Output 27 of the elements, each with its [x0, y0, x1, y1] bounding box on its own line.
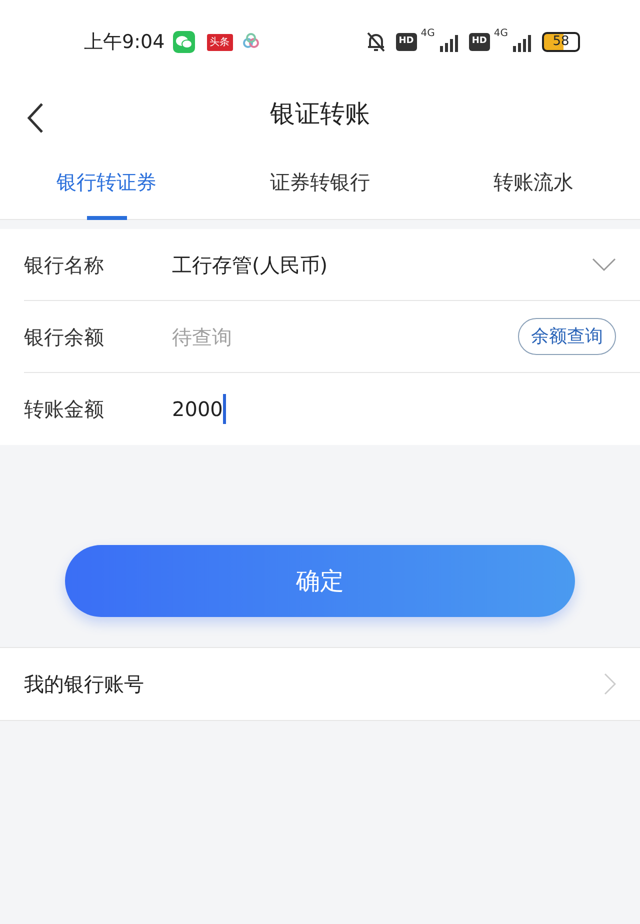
- signal-icon: [512, 32, 534, 52]
- app-badge: 头条: [206, 34, 233, 50]
- text-cursor: [222, 394, 226, 424]
- field-label: 银行余额: [24, 324, 105, 350]
- chevron-right-icon: [604, 673, 616, 695]
- list-item[interactable]: 我的银行账号: [0, 647, 640, 721]
- network-label: 4G: [420, 27, 435, 41]
- field-label: 银行名称: [24, 252, 105, 278]
- select-value[interactable]: 工行存管(人民币): [172, 250, 328, 280]
- clock: 上午9:04: [84, 30, 165, 55]
- page-title: 银证转账: [270, 98, 370, 130]
- signal-icon: [438, 32, 461, 52]
- list-item-label: 我的银行账号: [24, 671, 144, 698]
- amount-field[interactable]: 2000: [172, 394, 226, 424]
- tab[interactable]: 转账流水: [426, 144, 640, 220]
- tab[interactable]: 证券转银行: [213, 144, 427, 220]
- balance-field[interactable]: 待查询: [172, 322, 372, 352]
- chevron-down-icon: [592, 258, 616, 272]
- hd-indicator: HD: [396, 33, 417, 51]
- hd-indicator: HD: [468, 33, 490, 51]
- back-icon: [26, 102, 46, 134]
- field-label: 转账金额: [24, 396, 105, 423]
- tab[interactable]: 银行转证券: [0, 144, 214, 220]
- network-label: 4G: [494, 27, 508, 41]
- balance-query-button[interactable]: 余额查询: [518, 318, 616, 355]
- chat-app-icon: [172, 31, 195, 53]
- confirm-button[interactable]: 确定: [65, 545, 575, 617]
